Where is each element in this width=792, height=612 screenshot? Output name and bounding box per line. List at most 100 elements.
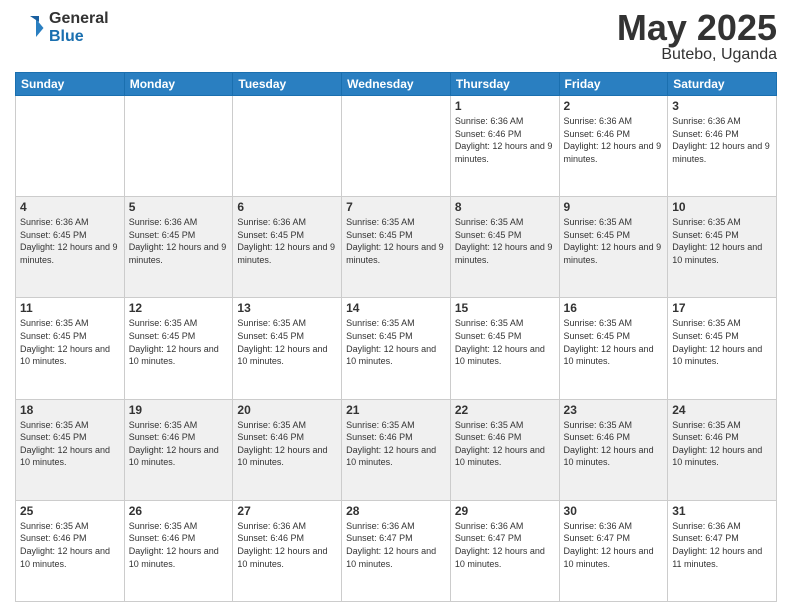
day-number: 7 <box>346 200 446 214</box>
day-number: 22 <box>455 403 555 417</box>
col-wednesday: Wednesday <box>342 73 451 96</box>
table-row <box>16 96 125 197</box>
table-row: 24Sunrise: 6:35 AM Sunset: 6:46 PM Dayli… <box>668 399 777 500</box>
title-block: May 2025 Butebo, Uganda <box>617 10 777 64</box>
day-info: Sunrise: 6:35 AM Sunset: 6:46 PM Dayligh… <box>129 520 229 570</box>
day-number: 24 <box>672 403 772 417</box>
day-info: Sunrise: 6:35 AM Sunset: 6:45 PM Dayligh… <box>237 317 337 367</box>
table-row: 15 Sunrise: 6:35 AM Sunset: 6:45 PM Dayli… <box>450 298 559 399</box>
day-info: Sunrise: 6:36 AM Sunset: 6:45 PM Dayligh… <box>237 216 337 266</box>
day-number: 5 <box>129 200 229 214</box>
day-info: Sunrise: 6:35 AM Sunset: 6:45 PM Dayligh… <box>564 216 664 266</box>
table-row: 9Sunrise: 6:35 AM Sunset: 6:45 PM Daylig… <box>559 197 668 298</box>
header: General Blue May 2025 Butebo, Uganda <box>15 10 777 64</box>
day-info: Sunrise: 6:35 AM Sunset: 6:46 PM Dayligh… <box>455 419 555 469</box>
table-row: 18Sunrise: 6:35 AM Sunset: 6:45 PM Dayli… <box>16 399 125 500</box>
day-info: Sunrise: 6:36 AM Sunset: 6:47 PM Dayligh… <box>455 520 555 570</box>
day-number: 4 <box>20 200 120 214</box>
day-info: Sunrise: 6:35 AM Sunset: 6:45 PM Dayligh… <box>455 317 555 367</box>
day-info: Sunrise: 6:35 AM Sunset: 6:45 PM Dayligh… <box>564 317 664 367</box>
day-number: 27 <box>237 504 337 518</box>
day-number: 16 <box>564 301 664 315</box>
table-row: 31 Sunrise: 6:36 AM Sunset: 6:47 PM Dayli… <box>668 500 777 601</box>
table-row: 30 Sunrise: 6:36 AM Sunset: 6:47 PM Dayli… <box>559 500 668 601</box>
table-row: 12 Sunrise: 6:35 AM Sunset: 6:45 PM Dayli… <box>124 298 233 399</box>
table-row: 10Sunrise: 6:35 AM Sunset: 6:45 PM Dayli… <box>668 197 777 298</box>
table-row: 27 Sunrise: 6:36 AM Sunset: 6:46 PM Dayli… <box>233 500 342 601</box>
day-info: Sunrise: 6:35 AM Sunset: 6:46 PM Dayligh… <box>564 419 664 469</box>
day-number: 13 <box>237 301 337 315</box>
calendar-week-row: 18Sunrise: 6:35 AM Sunset: 6:45 PM Dayli… <box>16 399 777 500</box>
day-number: 25 <box>20 504 120 518</box>
day-number: 17 <box>672 301 772 315</box>
logo-icon <box>15 13 45 43</box>
table-row: 6 Sunrise: 6:36 AM Sunset: 6:45 PM Daylig… <box>233 197 342 298</box>
day-number: 1 <box>455 99 555 113</box>
table-row <box>342 96 451 197</box>
day-number: 14 <box>346 301 446 315</box>
day-info: Sunrise: 6:36 AM Sunset: 6:46 PM Dayligh… <box>564 115 664 165</box>
day-number: 8 <box>455 200 555 214</box>
calendar-week-row: 11Sunrise: 6:35 AM Sunset: 6:45 PM Dayli… <box>16 298 777 399</box>
logo-general: General <box>49 10 109 28</box>
logo: General Blue <box>15 10 109 45</box>
day-info: Sunrise: 6:35 AM Sunset: 6:45 PM Dayligh… <box>672 317 772 367</box>
day-info: Sunrise: 6:35 AM Sunset: 6:45 PM Dayligh… <box>20 419 120 469</box>
day-info: Sunrise: 6:35 AM Sunset: 6:45 PM Dayligh… <box>20 317 120 367</box>
col-friday: Friday <box>559 73 668 96</box>
day-number: 26 <box>129 504 229 518</box>
table-row: 8 Sunrise: 6:35 AM Sunset: 6:45 PM Daylig… <box>450 197 559 298</box>
table-row: 5 Sunrise: 6:36 AM Sunset: 6:45 PM Daylig… <box>124 197 233 298</box>
day-number: 20 <box>237 403 337 417</box>
title-location: Butebo, Uganda <box>617 46 777 64</box>
day-info: Sunrise: 6:36 AM Sunset: 6:45 PM Dayligh… <box>129 216 229 266</box>
calendar-week-row: 1 Sunrise: 6:36 AM Sunset: 6:46 PM Daylig… <box>16 96 777 197</box>
day-number: 10 <box>672 200 772 214</box>
day-info: Sunrise: 6:36 AM Sunset: 6:45 PM Dayligh… <box>20 216 120 266</box>
table-row <box>124 96 233 197</box>
day-info: Sunrise: 6:35 AM Sunset: 6:46 PM Dayligh… <box>129 419 229 469</box>
day-number: 3 <box>672 99 772 113</box>
table-row: 11Sunrise: 6:35 AM Sunset: 6:45 PM Dayli… <box>16 298 125 399</box>
table-row: 2Sunrise: 6:36 AM Sunset: 6:46 PM Daylig… <box>559 96 668 197</box>
day-info: Sunrise: 6:36 AM Sunset: 6:47 PM Dayligh… <box>672 520 772 570</box>
table-row: 26 Sunrise: 6:35 AM Sunset: 6:46 PM Dayli… <box>124 500 233 601</box>
day-info: Sunrise: 6:36 AM Sunset: 6:46 PM Dayligh… <box>672 115 772 165</box>
day-info: Sunrise: 6:35 AM Sunset: 6:45 PM Dayligh… <box>129 317 229 367</box>
day-number: 23 <box>564 403 664 417</box>
day-info: Sunrise: 6:35 AM Sunset: 6:45 PM Dayligh… <box>346 317 446 367</box>
day-number: 21 <box>346 403 446 417</box>
day-info: Sunrise: 6:36 AM Sunset: 6:46 PM Dayligh… <box>237 520 337 570</box>
table-row <box>233 96 342 197</box>
table-row: 29 Sunrise: 6:36 AM Sunset: 6:47 PM Dayli… <box>450 500 559 601</box>
table-row: 1 Sunrise: 6:36 AM Sunset: 6:46 PM Daylig… <box>450 96 559 197</box>
table-row: 16 Sunrise: 6:35 AM Sunset: 6:45 PM Dayli… <box>559 298 668 399</box>
table-row: 20 Sunrise: 6:35 AM Sunset: 6:46 PM Dayli… <box>233 399 342 500</box>
day-number: 15 <box>455 301 555 315</box>
table-row: 14 Sunrise: 6:35 AM Sunset: 6:45 PM Dayli… <box>342 298 451 399</box>
col-monday: Monday <box>124 73 233 96</box>
table-row: 28Sunrise: 6:36 AM Sunset: 6:47 PM Dayli… <box>342 500 451 601</box>
logo-blue: Blue <box>49 28 109 46</box>
table-row: 4 Sunrise: 6:36 AM Sunset: 6:45 PM Daylig… <box>16 197 125 298</box>
day-info: Sunrise: 6:35 AM Sunset: 6:46 PM Dayligh… <box>20 520 120 570</box>
calendar-week-row: 25 Sunrise: 6:35 AM Sunset: 6:46 PM Dayli… <box>16 500 777 601</box>
calendar-header-row: Sunday Monday Tuesday Wednesday Thursday… <box>16 73 777 96</box>
day-info: Sunrise: 6:35 AM Sunset: 6:45 PM Dayligh… <box>455 216 555 266</box>
table-row: 13 Sunrise: 6:35 AM Sunset: 6:45 PM Dayli… <box>233 298 342 399</box>
day-number: 6 <box>237 200 337 214</box>
day-info: Sunrise: 6:36 AM Sunset: 6:46 PM Dayligh… <box>455 115 555 165</box>
day-info: Sunrise: 6:36 AM Sunset: 6:47 PM Dayligh… <box>564 520 664 570</box>
table-row: 17 Sunrise: 6:35 AM Sunset: 6:45 PM Dayli… <box>668 298 777 399</box>
day-info: Sunrise: 6:35 AM Sunset: 6:46 PM Dayligh… <box>346 419 446 469</box>
day-number: 30 <box>564 504 664 518</box>
calendar-table: Sunday Monday Tuesday Wednesday Thursday… <box>15 72 777 602</box>
day-number: 31 <box>672 504 772 518</box>
day-info: Sunrise: 6:35 AM Sunset: 6:46 PM Dayligh… <box>237 419 337 469</box>
col-thursday: Thursday <box>450 73 559 96</box>
table-row: 23 Sunrise: 6:35 AM Sunset: 6:46 PM Dayli… <box>559 399 668 500</box>
title-month: May 2025 <box>617 10 777 46</box>
day-number: 12 <box>129 301 229 315</box>
day-number: 29 <box>455 504 555 518</box>
page: General Blue May 2025 Butebo, Uganda Sun… <box>0 0 792 612</box>
